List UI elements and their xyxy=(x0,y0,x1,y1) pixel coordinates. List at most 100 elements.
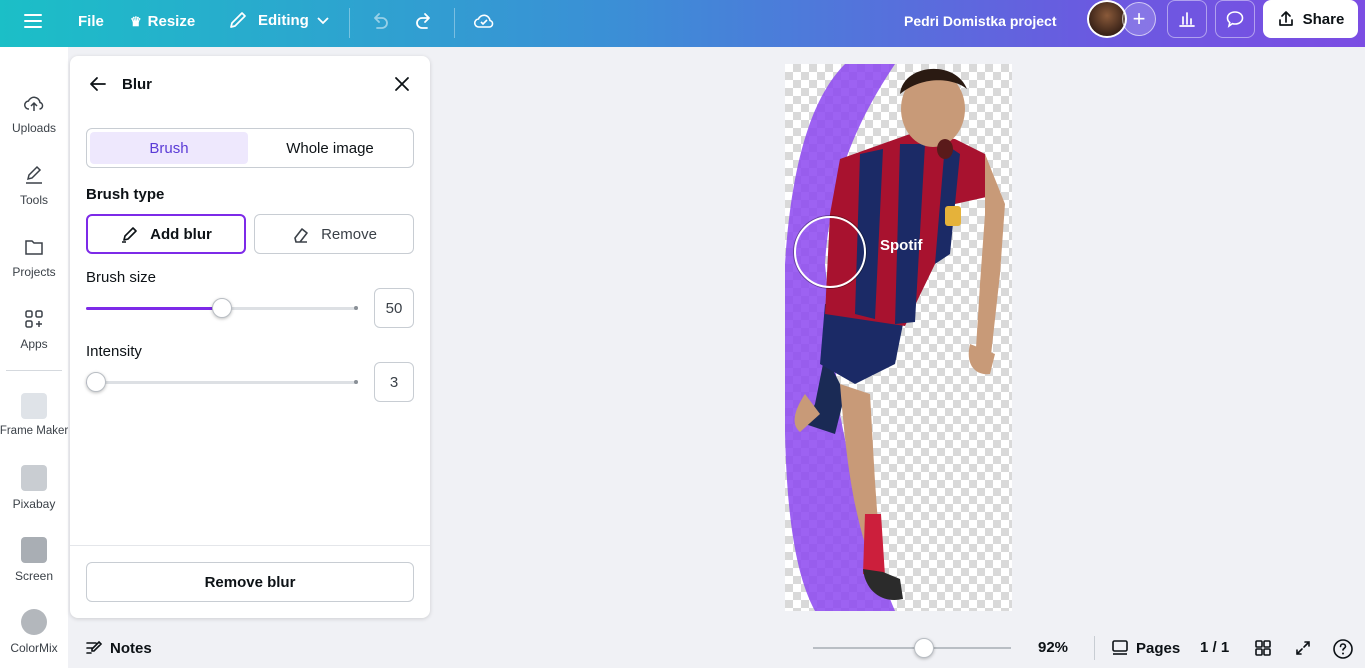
notes-button[interactable]: Notes xyxy=(84,638,152,658)
design-canvas[interactable]: Spotif xyxy=(785,64,1012,611)
insights-button[interactable] xyxy=(1167,0,1207,38)
blur-mode-toggle: Brush Whole image xyxy=(86,128,414,168)
share-upload-icon xyxy=(1278,11,1293,26)
rail-item-screen[interactable]: Screen xyxy=(0,537,68,583)
rail-divider xyxy=(6,370,62,371)
crown-icon: ♛ xyxy=(130,13,142,29)
notes-label: Notes xyxy=(110,639,152,657)
comments-button[interactable] xyxy=(1215,0,1255,38)
project-title-text: Pedri Domistka project xyxy=(904,13,1057,29)
colormix-app-icon xyxy=(21,609,47,635)
rail-item-colormix[interactable]: ColorMix xyxy=(0,609,68,655)
remove-blur-button[interactable]: Remove blur xyxy=(86,562,414,602)
brush-pen-icon xyxy=(122,227,137,243)
grid-view-button[interactable] xyxy=(1253,638,1273,658)
editing-label: Editing xyxy=(258,11,309,29)
rail-item-apps[interactable]: Apps xyxy=(0,307,68,351)
close-panel-button[interactable] xyxy=(392,74,412,99)
remove-label: Remove xyxy=(321,225,377,243)
share-button[interactable]: Share xyxy=(1263,0,1358,38)
bottombar-divider xyxy=(1094,636,1095,660)
avatar[interactable] xyxy=(1087,0,1127,38)
undo-icon xyxy=(374,13,388,29)
slider-knob[interactable] xyxy=(86,372,106,392)
eraser-icon xyxy=(294,228,308,243)
frame-maker-app-icon xyxy=(21,393,47,419)
file-menu-label: File xyxy=(78,13,104,30)
rail-item-frame-maker[interactable]: Frame Maker xyxy=(0,393,68,437)
cloud-upload-icon xyxy=(24,96,44,111)
rail-item-label: Tools xyxy=(19,193,48,207)
editing-mode-dropdown[interactable]: Editing xyxy=(228,10,331,30)
zoom-percentage[interactable]: 92% xyxy=(1038,639,1068,656)
brush-size-slider[interactable] xyxy=(86,298,358,318)
fullscreen-button[interactable] xyxy=(1293,638,1313,658)
rail-item-label: Uploads xyxy=(11,121,57,135)
intensity-label: Intensity xyxy=(86,343,142,360)
rail-item-projects[interactable]: Projects xyxy=(0,235,68,279)
intensity-slider[interactable] xyxy=(86,372,358,392)
brush-cursor xyxy=(794,216,866,288)
redo-icon xyxy=(416,13,430,29)
add-collaborator-button[interactable]: + xyxy=(1122,2,1156,36)
rail-item-pixabay[interactable]: Pixabay xyxy=(0,465,68,511)
side-rail: Uploads Tools Projects Apps Frame Maker … xyxy=(0,47,68,668)
blur-panel: Blur Brush Whole image Brush type Add bl… xyxy=(70,56,430,618)
resize-label: Resize xyxy=(147,13,196,30)
zoom-slider-track[interactable] xyxy=(813,647,1011,649)
rail-item-label: ColorMix xyxy=(10,641,58,655)
resize-button[interactable]: ♛ Resize xyxy=(130,13,195,30)
menu-button[interactable] xyxy=(22,10,44,32)
close-icon xyxy=(395,77,409,91)
panel-divider xyxy=(70,545,430,546)
screen-app-icon xyxy=(21,537,47,563)
project-title[interactable]: Pedri Domistka project xyxy=(904,13,1057,29)
remove-blur-brush-button[interactable]: Remove xyxy=(254,214,414,254)
player-image[interactable]: Spotif xyxy=(785,64,1012,611)
topbar-divider xyxy=(454,8,455,38)
bottom-bar: Notes 92% Pages 1 / 1 xyxy=(68,628,1365,668)
share-label: Share xyxy=(1302,10,1345,28)
cloud-check-icon xyxy=(473,14,494,28)
file-menu[interactable]: File xyxy=(78,13,104,30)
slider-knob[interactable] xyxy=(212,298,232,318)
zoom-slider-knob[interactable] xyxy=(913,638,934,658)
arrow-left-icon xyxy=(90,77,106,91)
pages-label: Pages xyxy=(1136,639,1181,657)
chevron-down-icon xyxy=(317,17,329,25)
add-blur-button[interactable]: Add blur xyxy=(86,214,246,254)
topbar-divider xyxy=(349,8,350,38)
redo-button[interactable] xyxy=(414,10,436,32)
rail-item-tools[interactable]: Tools xyxy=(0,163,68,207)
pages-icon xyxy=(1112,640,1128,655)
save-status-button[interactable] xyxy=(472,9,496,33)
hamburger-icon xyxy=(24,14,42,28)
tab-whole-image[interactable]: Whole image xyxy=(249,132,411,164)
help-icon xyxy=(1333,639,1353,659)
tab-brush[interactable]: Brush xyxy=(90,132,248,164)
grid-view-icon xyxy=(1255,640,1271,656)
rail-item-label: Frame Maker xyxy=(0,425,69,437)
panel-title: Blur xyxy=(122,76,152,93)
undo-button[interactable] xyxy=(368,10,390,32)
add-blur-label: Add blur xyxy=(150,225,212,243)
help-button[interactable] xyxy=(1332,638,1354,660)
brush-size-label: Brush size xyxy=(86,269,157,286)
page-indicator: 1 / 1 xyxy=(1200,639,1230,656)
pages-button[interactable]: Pages xyxy=(1110,638,1180,658)
slider-end-dot xyxy=(354,306,358,310)
back-button[interactable] xyxy=(88,74,108,99)
pen-tool-icon xyxy=(26,165,42,184)
rail-item-label: Apps xyxy=(20,337,48,351)
intensity-input[interactable]: 3 xyxy=(374,362,414,402)
fullscreen-icon xyxy=(1296,641,1310,655)
slider-end-dot xyxy=(354,380,358,384)
rail-item-label: Screen xyxy=(14,569,54,583)
pencil-icon xyxy=(230,12,246,28)
slider-fill xyxy=(86,307,222,310)
folder-icon xyxy=(25,240,43,255)
comment-icon xyxy=(1226,11,1244,28)
brush-type-heading: Brush type xyxy=(86,186,165,203)
brush-size-input[interactable]: 50 xyxy=(374,288,414,328)
rail-item-uploads[interactable]: Uploads xyxy=(0,91,68,135)
